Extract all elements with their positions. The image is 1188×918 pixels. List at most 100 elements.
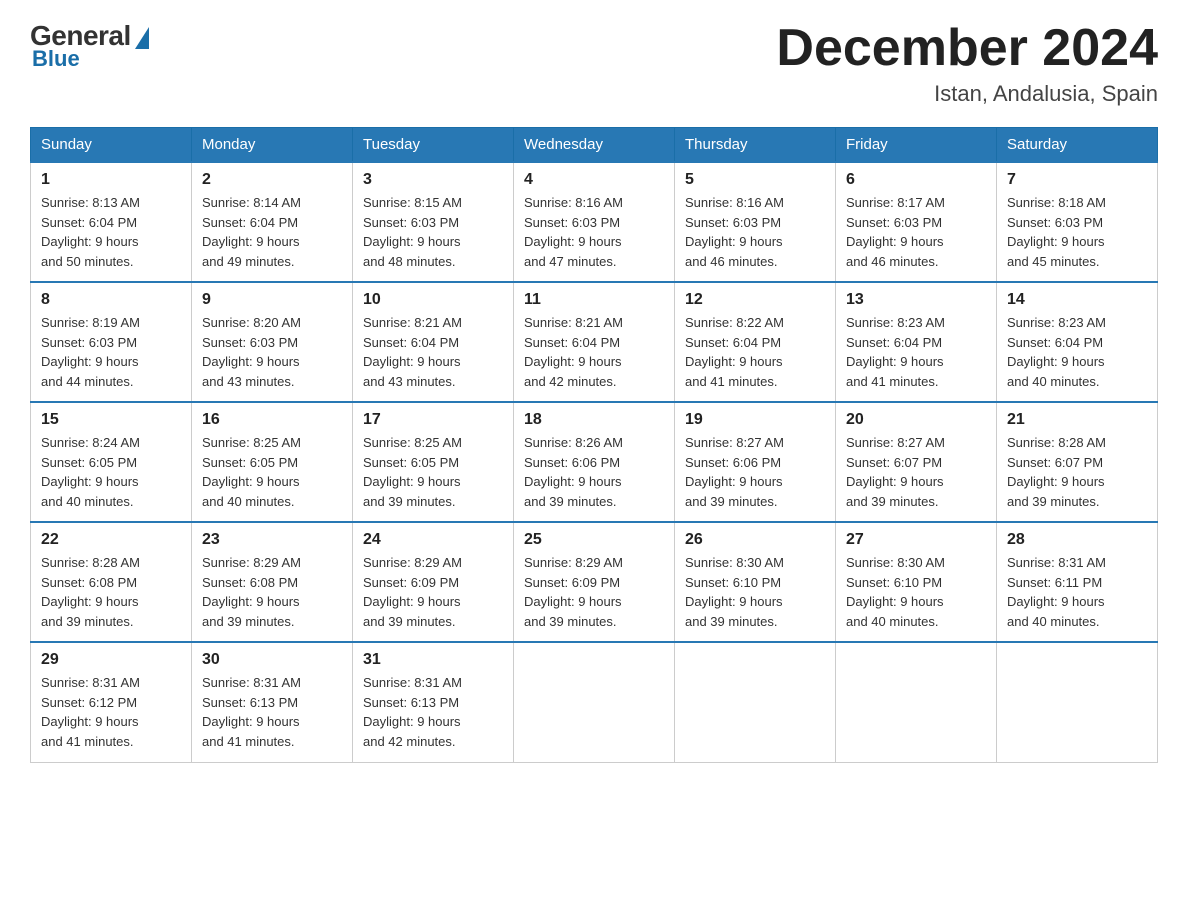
calendar-cell: 10 Sunrise: 8:21 AMSunset: 6:04 PMDaylig… <box>353 282 514 402</box>
day-info: Sunrise: 8:13 AMSunset: 6:04 PMDaylight:… <box>41 193 181 271</box>
day-number: 26 <box>685 531 825 549</box>
page-header: General Blue December 2024 Istan, Andalu… <box>30 20 1158 107</box>
day-number: 18 <box>524 411 664 429</box>
calendar-cell: 13 Sunrise: 8:23 AMSunset: 6:04 PMDaylig… <box>836 282 997 402</box>
day-info: Sunrise: 8:16 AMSunset: 6:03 PMDaylight:… <box>685 193 825 271</box>
location-title: Istan, Andalusia, Spain <box>776 81 1158 107</box>
day-number: 4 <box>524 171 664 189</box>
day-info: Sunrise: 8:30 AMSunset: 6:10 PMDaylight:… <box>685 553 825 631</box>
day-number: 31 <box>363 651 503 669</box>
day-info: Sunrise: 8:31 AMSunset: 6:12 PMDaylight:… <box>41 673 181 751</box>
day-info: Sunrise: 8:16 AMSunset: 6:03 PMDaylight:… <box>524 193 664 271</box>
calendar-cell: 20 Sunrise: 8:27 AMSunset: 6:07 PMDaylig… <box>836 402 997 522</box>
calendar-cell: 7 Sunrise: 8:18 AMSunset: 6:03 PMDayligh… <box>997 162 1158 282</box>
day-info: Sunrise: 8:29 AMSunset: 6:09 PMDaylight:… <box>363 553 503 631</box>
calendar-cell <box>675 642 836 762</box>
calendar-cell: 21 Sunrise: 8:28 AMSunset: 6:07 PMDaylig… <box>997 402 1158 522</box>
day-info: Sunrise: 8:29 AMSunset: 6:08 PMDaylight:… <box>202 553 342 631</box>
day-number: 20 <box>846 411 986 429</box>
day-number: 13 <box>846 291 986 309</box>
calendar-cell: 15 Sunrise: 8:24 AMSunset: 6:05 PMDaylig… <box>31 402 192 522</box>
day-number: 9 <box>202 291 342 309</box>
calendar-cell: 27 Sunrise: 8:30 AMSunset: 6:10 PMDaylig… <box>836 522 997 642</box>
calendar-header-wednesday: Wednesday <box>514 128 675 163</box>
calendar-cell: 12 Sunrise: 8:22 AMSunset: 6:04 PMDaylig… <box>675 282 836 402</box>
calendar-header-monday: Monday <box>192 128 353 163</box>
day-number: 5 <box>685 171 825 189</box>
calendar-cell: 22 Sunrise: 8:28 AMSunset: 6:08 PMDaylig… <box>31 522 192 642</box>
day-info: Sunrise: 8:20 AMSunset: 6:03 PMDaylight:… <box>202 313 342 391</box>
calendar-cell: 4 Sunrise: 8:16 AMSunset: 6:03 PMDayligh… <box>514 162 675 282</box>
calendar-cell: 17 Sunrise: 8:25 AMSunset: 6:05 PMDaylig… <box>353 402 514 522</box>
day-info: Sunrise: 8:18 AMSunset: 6:03 PMDaylight:… <box>1007 193 1147 271</box>
day-info: Sunrise: 8:15 AMSunset: 6:03 PMDaylight:… <box>363 193 503 271</box>
day-info: Sunrise: 8:25 AMSunset: 6:05 PMDaylight:… <box>202 433 342 511</box>
day-info: Sunrise: 8:26 AMSunset: 6:06 PMDaylight:… <box>524 433 664 511</box>
calendar-header-sunday: Sunday <box>31 128 192 163</box>
day-info: Sunrise: 8:14 AMSunset: 6:04 PMDaylight:… <box>202 193 342 271</box>
day-info: Sunrise: 8:22 AMSunset: 6:04 PMDaylight:… <box>685 313 825 391</box>
day-number: 23 <box>202 531 342 549</box>
title-section: December 2024 Istan, Andalusia, Spain <box>776 20 1158 107</box>
day-info: Sunrise: 8:23 AMSunset: 6:04 PMDaylight:… <box>1007 313 1147 391</box>
calendar-cell: 3 Sunrise: 8:15 AMSunset: 6:03 PMDayligh… <box>353 162 514 282</box>
day-number: 17 <box>363 411 503 429</box>
day-number: 3 <box>363 171 503 189</box>
calendar-cell: 23 Sunrise: 8:29 AMSunset: 6:08 PMDaylig… <box>192 522 353 642</box>
day-info: Sunrise: 8:31 AMSunset: 6:13 PMDaylight:… <box>202 673 342 751</box>
day-number: 10 <box>363 291 503 309</box>
day-number: 28 <box>1007 531 1147 549</box>
calendar-table: SundayMondayTuesdayWednesdayThursdayFrid… <box>30 127 1158 763</box>
logo-triangle-icon <box>135 27 149 49</box>
day-number: 24 <box>363 531 503 549</box>
day-number: 11 <box>524 291 664 309</box>
day-number: 1 <box>41 171 181 189</box>
calendar-cell <box>997 642 1158 762</box>
day-number: 8 <box>41 291 181 309</box>
calendar-cell: 19 Sunrise: 8:27 AMSunset: 6:06 PMDaylig… <box>675 402 836 522</box>
calendar-header-thursday: Thursday <box>675 128 836 163</box>
day-number: 19 <box>685 411 825 429</box>
calendar-cell: 6 Sunrise: 8:17 AMSunset: 6:03 PMDayligh… <box>836 162 997 282</box>
day-info: Sunrise: 8:25 AMSunset: 6:05 PMDaylight:… <box>363 433 503 511</box>
day-info: Sunrise: 8:19 AMSunset: 6:03 PMDaylight:… <box>41 313 181 391</box>
logo: General Blue <box>30 20 149 72</box>
calendar-cell: 11 Sunrise: 8:21 AMSunset: 6:04 PMDaylig… <box>514 282 675 402</box>
calendar-cell: 14 Sunrise: 8:23 AMSunset: 6:04 PMDaylig… <box>997 282 1158 402</box>
logo-blue-text: Blue <box>32 46 80 72</box>
day-info: Sunrise: 8:17 AMSunset: 6:03 PMDaylight:… <box>846 193 986 271</box>
day-number: 27 <box>846 531 986 549</box>
day-info: Sunrise: 8:24 AMSunset: 6:05 PMDaylight:… <box>41 433 181 511</box>
calendar-week-row: 8 Sunrise: 8:19 AMSunset: 6:03 PMDayligh… <box>31 282 1158 402</box>
calendar-cell: 29 Sunrise: 8:31 AMSunset: 6:12 PMDaylig… <box>31 642 192 762</box>
calendar-week-row: 15 Sunrise: 8:24 AMSunset: 6:05 PMDaylig… <box>31 402 1158 522</box>
calendar-cell: 26 Sunrise: 8:30 AMSunset: 6:10 PMDaylig… <box>675 522 836 642</box>
day-number: 30 <box>202 651 342 669</box>
calendar-cell <box>514 642 675 762</box>
day-info: Sunrise: 8:28 AMSunset: 6:07 PMDaylight:… <box>1007 433 1147 511</box>
day-number: 6 <box>846 171 986 189</box>
day-number: 12 <box>685 291 825 309</box>
day-info: Sunrise: 8:21 AMSunset: 6:04 PMDaylight:… <box>524 313 664 391</box>
calendar-cell: 1 Sunrise: 8:13 AMSunset: 6:04 PMDayligh… <box>31 162 192 282</box>
calendar-header-saturday: Saturday <box>997 128 1158 163</box>
calendar-cell: 18 Sunrise: 8:26 AMSunset: 6:06 PMDaylig… <box>514 402 675 522</box>
calendar-cell: 31 Sunrise: 8:31 AMSunset: 6:13 PMDaylig… <box>353 642 514 762</box>
calendar-cell: 9 Sunrise: 8:20 AMSunset: 6:03 PMDayligh… <box>192 282 353 402</box>
calendar-week-row: 29 Sunrise: 8:31 AMSunset: 6:12 PMDaylig… <box>31 642 1158 762</box>
calendar-cell: 5 Sunrise: 8:16 AMSunset: 6:03 PMDayligh… <box>675 162 836 282</box>
day-info: Sunrise: 8:28 AMSunset: 6:08 PMDaylight:… <box>41 553 181 631</box>
day-info: Sunrise: 8:29 AMSunset: 6:09 PMDaylight:… <box>524 553 664 631</box>
day-number: 29 <box>41 651 181 669</box>
day-number: 25 <box>524 531 664 549</box>
calendar-week-row: 22 Sunrise: 8:28 AMSunset: 6:08 PMDaylig… <box>31 522 1158 642</box>
day-info: Sunrise: 8:31 AMSunset: 6:13 PMDaylight:… <box>363 673 503 751</box>
day-number: 21 <box>1007 411 1147 429</box>
month-title: December 2024 <box>776 20 1158 77</box>
day-info: Sunrise: 8:27 AMSunset: 6:06 PMDaylight:… <box>685 433 825 511</box>
calendar-header-tuesday: Tuesday <box>353 128 514 163</box>
calendar-cell: 24 Sunrise: 8:29 AMSunset: 6:09 PMDaylig… <box>353 522 514 642</box>
day-number: 7 <box>1007 171 1147 189</box>
calendar-cell: 16 Sunrise: 8:25 AMSunset: 6:05 PMDaylig… <box>192 402 353 522</box>
calendar-cell <box>836 642 997 762</box>
